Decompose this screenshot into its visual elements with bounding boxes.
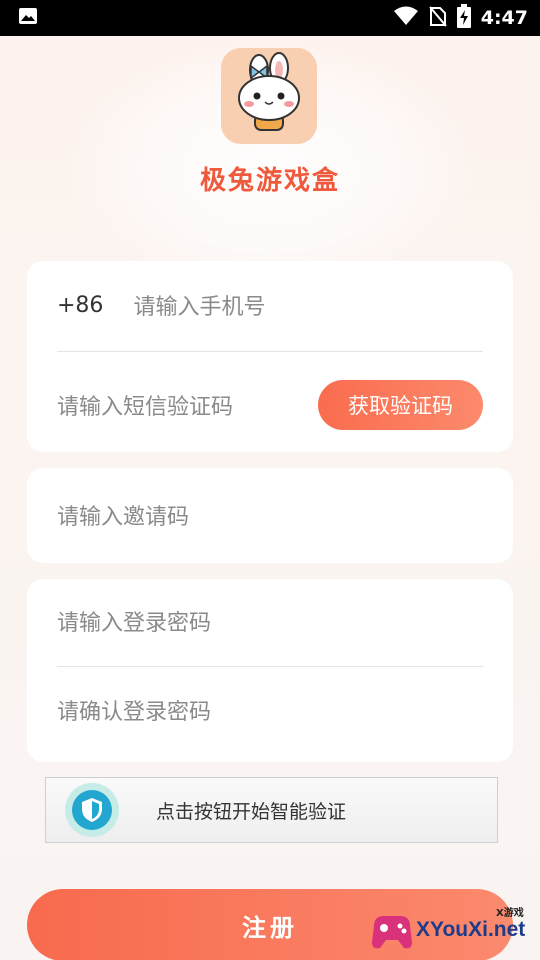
sms-code-input[interactable]: 请输入短信验证码 xyxy=(57,389,233,421)
phone-row[interactable]: +86 请输入手机号 xyxy=(57,283,483,327)
invite-row[interactable]: 请输入邀请码 xyxy=(57,493,483,537)
smart-captcha-button[interactable]: 点击按钮开始智能验证 xyxy=(45,777,498,843)
shield-icon xyxy=(65,783,119,837)
app-name: 极兔游戏盒 xyxy=(199,166,340,196)
divider xyxy=(57,351,483,352)
captcha-label: 点击按钮开始智能验证 xyxy=(156,800,347,823)
wifi-icon xyxy=(393,6,419,30)
status-bar: 4:47 xyxy=(0,0,540,36)
password-input[interactable]: 请输入登录密码 xyxy=(57,605,211,637)
divider xyxy=(57,666,483,667)
app-logo xyxy=(221,48,317,144)
gamepad-icon xyxy=(372,916,412,949)
invite-code-input[interactable]: 请输入邀请码 xyxy=(57,499,189,531)
password-card: 请输入登录密码 请确认登录密码 xyxy=(27,579,513,762)
password-row[interactable]: 请输入登录密码 xyxy=(57,599,483,643)
invite-card: 请输入邀请码 xyxy=(27,468,513,563)
confirm-password-input[interactable]: 请确认登录密码 xyxy=(57,694,211,726)
watermark-small: X游戏 xyxy=(496,908,524,919)
get-code-button[interactable]: 获取验证码 xyxy=(318,380,483,430)
watermark-text: XYouXi.net xyxy=(416,918,526,941)
phone-input[interactable]: 请输入手机号 xyxy=(133,289,265,321)
status-time: 4:47 xyxy=(480,7,528,29)
image-icon xyxy=(18,7,38,29)
country-code[interactable]: +86 xyxy=(57,293,103,318)
confirm-password-row[interactable]: 请确认登录密码 xyxy=(57,688,483,732)
watermark: X游戏 XYouXi.net xyxy=(368,902,536,960)
sms-code-row[interactable]: 请输入短信验证码 xyxy=(57,383,313,427)
battery-charging-icon xyxy=(456,4,471,32)
no-sim-icon xyxy=(428,5,447,31)
phone-card: +86 请输入手机号 请输入短信验证码 获取验证码 xyxy=(27,261,513,452)
